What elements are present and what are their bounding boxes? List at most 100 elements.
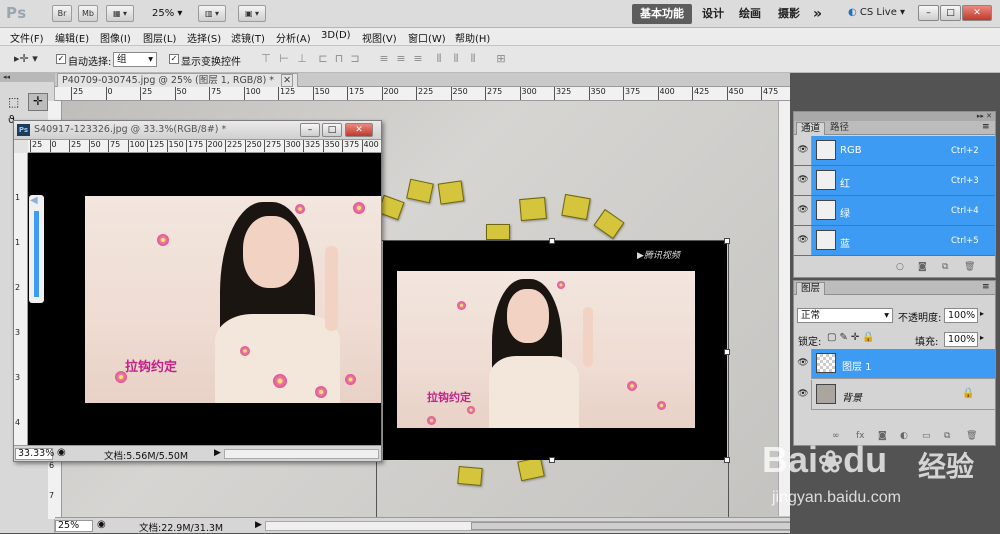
menu-view[interactable]: 视图(V) [362, 30, 397, 45]
status-info-icon[interactable]: ◉ [97, 519, 106, 530]
visibility-eye-icon[interactable]: 👁 [797, 358, 809, 368]
auto-align-layers-icon[interactable]: ⊞ [494, 52, 508, 66]
menu-window[interactable]: 窗口(W) [408, 30, 446, 45]
status-menu-arrow-icon[interactable]: ▶ [255, 520, 262, 530]
floating-zoom-field[interactable]: 33.33% [15, 448, 54, 460]
blend-mode-dropdown[interactable]: 正常 ▾ [797, 308, 893, 323]
workspace-essentials[interactable]: 基本功能 [632, 4, 692, 24]
minimize-button[interactable]: – [918, 5, 939, 21]
transform-handle[interactable] [549, 457, 555, 463]
align-hcenter-icon[interactable]: ⊓ [332, 52, 346, 66]
document-tab[interactable]: P40709-030745.jpg @ 25% (图层 1, RGB/8) * … [57, 73, 299, 87]
distribute-bottom-icon[interactable]: ≡ [411, 52, 425, 66]
distribute-vcenter-icon[interactable]: ≡ [394, 52, 408, 66]
layer-row[interactable]: 👁 背景 🔒 [794, 380, 995, 410]
align-top-icon[interactable]: ⊤ [259, 52, 273, 66]
horizontal-scrollbar[interactable] [265, 521, 791, 531]
opacity-slider-arrow-icon[interactable]: ▸ [980, 309, 984, 318]
tab-paths[interactable]: 路径 [826, 122, 853, 135]
distribute-hcenter-icon[interactable]: ⫴ [449, 52, 463, 66]
opacity-field[interactable]: 100% [944, 308, 978, 323]
workspace-photography[interactable]: 摄影 [778, 4, 800, 24]
workspace-design[interactable]: 设计 [702, 4, 724, 24]
floating-horizontal-scrollbar[interactable] [224, 449, 379, 459]
lock-options[interactable]: ▢✎✛🔒 [827, 332, 878, 343]
align-left-icon[interactable]: ⊏ [316, 52, 330, 66]
status-menu-arrow-icon[interactable]: ▶ [214, 448, 221, 458]
floating-minimize-button[interactable]: – [300, 123, 320, 137]
menu-filter[interactable]: 滤镜(T) [231, 30, 265, 45]
close-button[interactable]: ✕ [962, 5, 992, 21]
panel-collapse-icon[interactable]: ▸▸ ✕ [794, 112, 995, 121]
floating-horizontal-ruler[interactable]: 25 0 25 50 75 100 125 150 175 200 225 250 275 300 325 3… [28, 140, 381, 153]
menu-file[interactable]: 文件(F) [10, 30, 44, 45]
fill-field[interactable]: 100% [944, 332, 978, 347]
channel-row[interactable]: 👁 绿 Ctrl+4 [794, 196, 995, 226]
status-info-icon[interactable]: ◉ [57, 447, 66, 458]
fill-slider-arrow-icon[interactable]: ▸ [980, 333, 984, 342]
menu-select[interactable]: 选择(S) [187, 30, 221, 45]
screen-mode-button[interactable]: ▣ ▾ [238, 5, 266, 22]
move-tool-icon[interactable]: ✛ [28, 93, 48, 111]
tools-collapse-icon[interactable]: ◂◂ [0, 73, 55, 82]
align-bottom-icon[interactable]: ⊥ [295, 52, 309, 66]
transform-handle[interactable] [549, 238, 555, 244]
distribute-top-icon[interactable]: ≡ [377, 52, 391, 66]
show-transform-controls-checkbox[interactable]: ✓ [169, 54, 179, 64]
arrange-documents-button[interactable]: ▥ ▾ [198, 5, 226, 22]
floating-canvas[interactable]: ◀ 拉钩约定 [28, 153, 381, 445]
new-channel-icon[interactable]: ⧉ [942, 262, 948, 272]
view-extras-button[interactable]: ▦ ▾ [106, 5, 134, 22]
menu-3d[interactable]: 3D(D) [321, 30, 351, 41]
visibility-eye-icon[interactable]: 👁 [797, 389, 809, 399]
distribute-right-icon[interactable]: ⫴ [466, 52, 480, 66]
align-vcenter-icon[interactable]: ⊢ [277, 52, 291, 66]
channel-row[interactable]: 👁 红 Ctrl+3 [794, 166, 995, 196]
layer-row[interactable]: 👁 图层 1 [794, 349, 995, 379]
channel-row[interactable]: 👁 蓝 Ctrl+5 [794, 226, 995, 256]
save-selection-channel-icon[interactable]: ◙ [918, 262, 927, 272]
tab-channels[interactable]: 通道 [796, 122, 826, 135]
auto-select-checkbox[interactable]: ✓ [56, 54, 66, 64]
panel-menu-icon[interactable]: ≡ [982, 282, 990, 292]
transform-handle[interactable] [724, 457, 730, 463]
visibility-eye-icon[interactable]: 👁 [797, 205, 809, 215]
align-right-icon[interactable]: ⊐ [348, 52, 362, 66]
delete-channel-icon[interactable]: 🗑 [964, 262, 975, 272]
cslive-button[interactable]: ◐ CS Live ▾ [848, 7, 905, 18]
main-zoom-field[interactable]: 25% [55, 520, 93, 532]
tab-layers[interactable]: 图层 [796, 282, 826, 295]
floating-vertical-ruler[interactable]: 1 1 2 3 3 4 [14, 153, 28, 445]
menu-edit[interactable]: 编辑(E) [55, 30, 89, 45]
minibridge-button[interactable]: Mb [78, 5, 98, 22]
visibility-eye-icon[interactable]: 👁 [797, 145, 809, 155]
menu-help[interactable]: 帮助(H) [455, 30, 490, 45]
horizontal-ruler[interactable]: 25 0 25 50 75 100 125 150 175 200 225 250 275 300 325 3… [55, 87, 790, 101]
floating-maximize-button[interactable]: □ [322, 123, 342, 137]
visibility-eye-icon[interactable]: 👁 [797, 175, 809, 185]
menu-layer[interactable]: 图层(L) [143, 30, 176, 45]
transform-bounding-box[interactable] [374, 238, 730, 520]
distribute-left-icon[interactable]: ⫴ [432, 52, 446, 66]
auto-select-target-dropdown[interactable]: 组 ▾ [113, 52, 157, 67]
maximize-button[interactable]: □ [940, 5, 961, 21]
zoom-level-dropdown[interactable]: 25% ▾ [152, 8, 182, 19]
scrollbar-thumb[interactable] [471, 522, 791, 530]
menu-analysis[interactable]: 分析(A) [276, 30, 311, 45]
volume-slider[interactable]: ◀ [29, 195, 44, 303]
floating-title-bar[interactable]: Ps S40917-123326.jpg @ 33.3%(RGB/8#) * –… [14, 121, 381, 140]
load-channel-selection-icon[interactable]: ○ [896, 262, 904, 272]
visibility-eye-icon[interactable]: 👁 [797, 235, 809, 245]
bridge-button[interactable]: Br [52, 5, 72, 22]
close-icon[interactable]: ✕ [281, 74, 294, 87]
workspace-painting[interactable]: 绘画 [739, 4, 761, 24]
marquee-tool-icon[interactable]: ⬚ [8, 95, 19, 109]
transform-handle[interactable] [724, 238, 730, 244]
channel-row[interactable]: 👁 RGB Ctrl+2 [794, 136, 995, 166]
move-tool-preset-picker[interactable]: ▸✛ ▾ [14, 52, 38, 65]
floating-close-button[interactable]: ✕ [345, 123, 373, 137]
transform-handle[interactable] [724, 349, 730, 355]
menu-image[interactable]: 图像(I) [100, 30, 131, 45]
more-workspaces-button[interactable]: » [813, 4, 822, 24]
panel-menu-icon[interactable]: ≡ [982, 122, 990, 132]
